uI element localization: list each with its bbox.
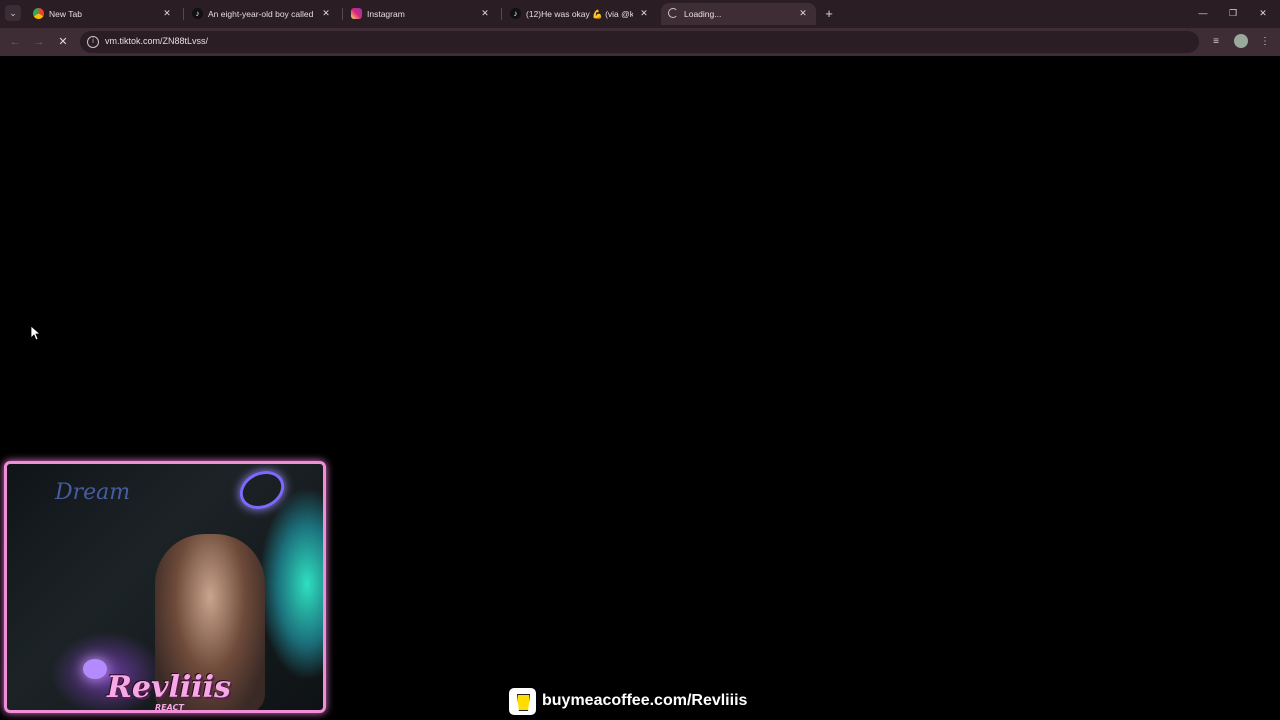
webcam-overlay: Dream Revliiis REACT xyxy=(4,461,326,713)
coffee-cup-shape xyxy=(517,694,530,711)
tab-strip: ⌄ New Tab ✕ ♪ An eight-year-old boy call… xyxy=(0,0,1280,28)
stop-loading-button[interactable]: ✕ xyxy=(55,34,71,50)
forward-arrow-icon[interactable]: → xyxy=(31,34,47,50)
address-url: vm.tiktok.com/ZN88tLvss/ xyxy=(105,36,209,46)
tab-title: Instagram xyxy=(367,9,405,19)
tab-separator xyxy=(342,8,343,20)
mouse-cursor-icon xyxy=(30,325,40,341)
close-icon[interactable]: ✕ xyxy=(796,6,810,20)
tab-instagram[interactable]: Instagram ✕ xyxy=(344,3,498,25)
tab-tiktok-okay[interactable]: ♪ (12)He was okay 💪 (via @kyle ✕ xyxy=(503,3,657,25)
close-icon[interactable]: ✕ xyxy=(637,6,651,20)
tab-title: An eight-year-old boy called B xyxy=(208,9,315,19)
loading-spinner-icon xyxy=(668,8,678,18)
close-icon[interactable]: ✕ xyxy=(160,6,174,20)
tab-search-button[interactable]: ⌄ xyxy=(5,5,21,21)
tab-title: (12)He was okay 💪 (via @kyle xyxy=(526,9,633,19)
coffee-cup-icon xyxy=(509,688,536,715)
lamp-light xyxy=(83,659,107,679)
close-icon[interactable]: ✕ xyxy=(478,6,492,20)
media-controls-icon[interactable]: ≡ xyxy=(1208,34,1224,50)
browser-toolbar: ← → ✕ i vm.tiktok.com/ZN88tLvss/ ≡ ⋮ xyxy=(0,28,1280,56)
coffee-link-text: buymeacoffee.com/Revliiis xyxy=(542,692,748,709)
overlay-brand: Revliiis xyxy=(107,670,231,705)
tab-separator xyxy=(183,8,184,20)
new-tab-button[interactable]: + xyxy=(821,6,837,22)
tiktok-icon: ♪ xyxy=(510,8,521,19)
restore-button[interactable]: ❐ xyxy=(1218,4,1248,22)
tab-new-tab[interactable]: New Tab ✕ xyxy=(26,3,180,25)
tab-loading[interactable]: Loading... ✕ xyxy=(661,3,816,25)
tiktok-icon: ♪ xyxy=(192,8,203,19)
neon-sign-text: Dream xyxy=(55,480,131,505)
tab-title: Loading... xyxy=(684,9,722,19)
close-icon[interactable]: ✕ xyxy=(319,6,333,20)
back-arrow-icon[interactable]: ← xyxy=(7,34,23,50)
instagram-icon xyxy=(351,8,362,19)
chrome-icon xyxy=(33,8,44,19)
address-bar[interactable]: i vm.tiktok.com/ZN88tLvss/ xyxy=(80,31,1199,53)
profile-avatar[interactable] xyxy=(1234,34,1248,48)
tab-tiktok-boy[interactable]: ♪ An eight-year-old boy called B ✕ xyxy=(185,3,339,25)
tab-separator xyxy=(501,8,502,20)
minimize-button[interactable]: — xyxy=(1188,4,1218,22)
neon-planet-icon xyxy=(233,464,291,517)
close-window-button[interactable]: ✕ xyxy=(1248,4,1278,22)
tab-title: New Tab xyxy=(49,9,82,19)
site-info-icon[interactable]: i xyxy=(87,36,99,48)
overlay-brand-sub: REACT xyxy=(155,703,184,712)
menu-kebab-icon[interactable]: ⋮ xyxy=(1257,34,1273,50)
